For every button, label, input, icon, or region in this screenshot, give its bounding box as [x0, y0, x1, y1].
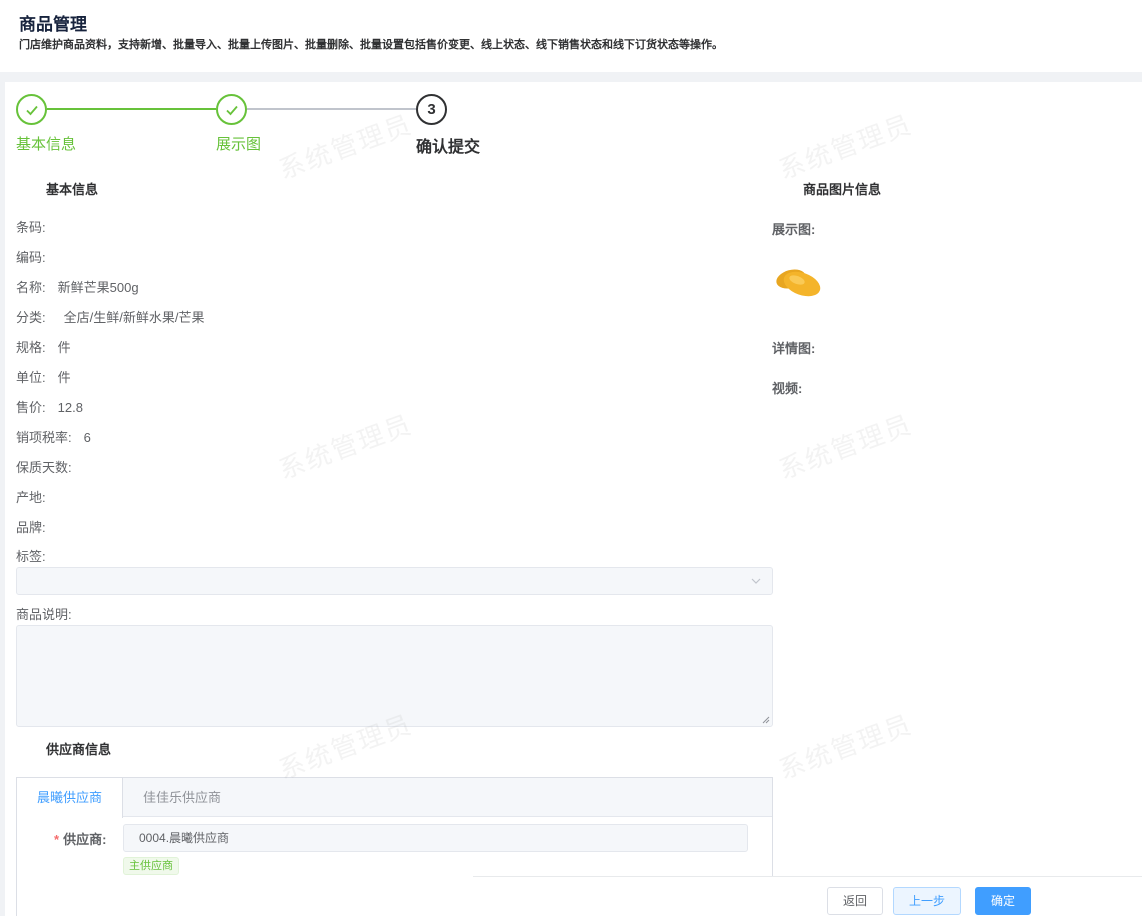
step-2-circle: [216, 94, 247, 125]
basic-info-title: 基本信息: [46, 182, 99, 197]
resize-grip-icon[interactable]: [762, 716, 770, 724]
field-label: 单位:: [16, 370, 46, 385]
chevron-down-icon: [751, 578, 761, 584]
supplier-label-text: 供应商:: [63, 832, 107, 847]
confirm-button[interactable]: 确定: [975, 887, 1031, 915]
main-card: 系统管理员 系统管理员 系统管理员 系统管理员 系统管理员 系统管理员 基本信息…: [5, 82, 1142, 916]
step-1-label: 基本信息: [16, 136, 77, 153]
step-1: 基本信息: [16, 94, 76, 153]
step-2-label: 展示图: [216, 136, 262, 153]
step-connector-1: [47, 108, 216, 110]
field-label: 条码:: [16, 220, 46, 235]
field-shelf-life: 保质天数:: [16, 459, 84, 477]
field-value: 件: [57, 370, 71, 385]
field-label: 品牌:: [16, 520, 46, 535]
description-textarea[interactable]: [16, 625, 773, 727]
field-value: 6: [83, 430, 91, 445]
field-tax-rate: 销项税率: 6: [16, 429, 91, 447]
supplier-input[interactable]: 0004.晨曦供应商: [123, 824, 748, 852]
field-category: 分类: 全店/生鲜/新鲜水果/芒果: [16, 309, 204, 327]
field-price: 售价: 12.8: [16, 399, 83, 417]
video-label: 视频:: [772, 381, 803, 396]
field-spec: 规格: 件: [16, 339, 71, 357]
tab-supplier-chenxi[interactable]: 晨曦供应商: [17, 778, 124, 818]
display-image-label: 展示图:: [772, 222, 816, 237]
field-label: 产地:: [16, 490, 46, 505]
field-name: 名称: 新鲜芒果500g: [16, 279, 139, 297]
supplier-tabs-header: 晨曦供应商 佳佳乐供应商: [17, 778, 772, 818]
field-label: 编码:: [16, 250, 46, 265]
page-title: 商品管理: [19, 15, 87, 34]
image-info-title: 商品图片信息: [803, 182, 882, 197]
field-brand: 品牌:: [16, 519, 58, 537]
watermark: 系统管理员: [774, 408, 917, 485]
back-button[interactable]: 返回: [827, 887, 883, 915]
field-label: 规格:: [16, 340, 46, 355]
step-3: 3 确认提交: [416, 94, 480, 156]
page-header: 商品管理 门店维护商品资料，支持新增、批量导入、批量上传图片、批量删除、批量设置…: [0, 0, 1142, 72]
field-value: 12.8: [57, 400, 83, 415]
field-label: 销项税率:: [16, 430, 72, 445]
steps-progress: 基本信息 展示图 3 确认提交: [16, 94, 516, 156]
watermark: 系统管理员: [274, 408, 417, 485]
check-icon: [25, 105, 38, 115]
page-description: 门店维护商品资料，支持新增、批量导入、批量上传图片、批量删除、批量设置包括售价变…: [19, 39, 723, 51]
step-2: 展示图: [216, 94, 261, 153]
step-3-circle: 3: [416, 94, 447, 125]
tab-supplier-jiajiale[interactable]: 佳佳乐供应商: [123, 778, 241, 817]
main-supplier-badge: 主供应商: [123, 857, 179, 875]
supplier-info-title: 供应商信息: [46, 742, 112, 757]
check-icon: [225, 105, 238, 115]
product-thumbnail-image[interactable]: [773, 262, 823, 302]
detail-image-label: 详情图:: [772, 341, 816, 356]
tags-select[interactable]: [16, 567, 773, 595]
supplier-field-label: * 供应商:: [54, 829, 106, 848]
field-barcode: 条码:: [16, 219, 58, 237]
field-label: 名称:: [16, 280, 46, 295]
field-unit: 单位: 件: [16, 369, 71, 387]
field-value: 全店/生鲜/新鲜水果/芒果: [63, 310, 205, 325]
step-1-circle: [16, 94, 47, 125]
field-code: 编码:: [16, 249, 58, 267]
tags-label: 标签:: [16, 549, 46, 564]
watermark: 系统管理员: [774, 108, 917, 185]
field-label: 售价:: [16, 400, 46, 415]
description-label: 商品说明:: [16, 607, 72, 622]
required-mark: *: [54, 832, 60, 847]
watermark: 系统管理员: [774, 708, 917, 785]
field-value: 新鲜芒果500g: [57, 280, 139, 295]
step-connector-2: [247, 108, 416, 110]
footer-actions: 返回 上一步 确定: [473, 876, 1142, 916]
field-label: 保质天数:: [16, 460, 72, 475]
field-origin: 产地:: [16, 489, 58, 507]
field-label: 分类:: [16, 310, 46, 325]
previous-step-button[interactable]: 上一步: [893, 887, 961, 915]
field-value: 件: [57, 340, 71, 355]
step-3-label: 确认提交: [416, 139, 481, 156]
